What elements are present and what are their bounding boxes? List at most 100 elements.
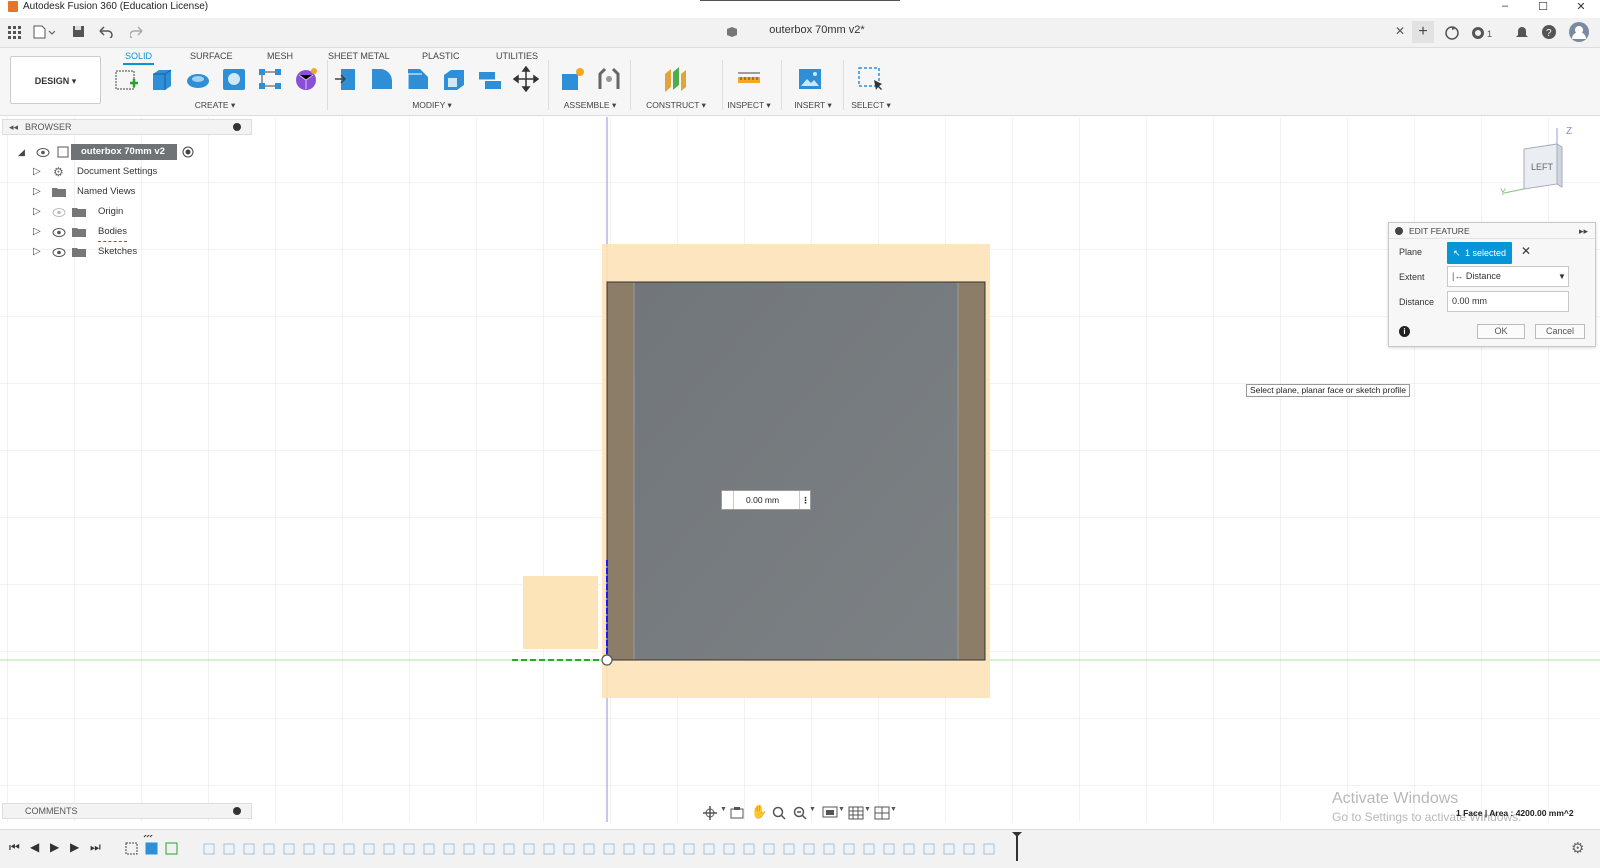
dialog-pin-icon[interactable] [1395, 227, 1403, 235]
tab-utilities[interactable]: UTILITIES [492, 49, 542, 63]
chevron-down-icon[interactable]: ▼ [809, 806, 816, 813]
timeline-play-icon[interactable]: ▶ [50, 840, 59, 854]
zoom-icon[interactable] [772, 806, 786, 820]
timeline-first-icon[interactable]: ⏮ [9, 840, 20, 855]
file-menu-icon[interactable] [33, 25, 55, 39]
redo-icon[interactable] [130, 26, 154, 38]
comments-panel[interactable]: COMMENTS [2, 803, 252, 819]
combine-icon[interactable] [477, 66, 503, 92]
browser-root[interactable]: ◢ outerbox 70mm v2 [2, 143, 202, 161]
viewports-icon[interactable] [874, 806, 890, 820]
joint-icon[interactable] [596, 66, 622, 92]
tab-plastic[interactable]: PLASTIC [418, 49, 464, 63]
sync-icon[interactable] [1444, 25, 1460, 41]
job-status-icon[interactable]: 1 [1470, 25, 1496, 41]
orbit-icon[interactable] [702, 806, 720, 820]
modify-menu[interactable]: MODIFY ▾ [408, 100, 456, 111]
create-menu[interactable]: CREATE ▾ [192, 100, 238, 111]
clear-selection-icon[interactable]: ✕ [1521, 244, 1531, 258]
document-tab-title[interactable]: outerbox 70mm v2* [735, 24, 864, 36]
look-at-icon[interactable] [730, 806, 744, 820]
select-box-icon[interactable] [857, 66, 883, 92]
browser-root-label[interactable]: outerbox 70mm v2 [71, 144, 177, 160]
extent-dropdown[interactable]: |↔ Distance ▼ [1447, 266, 1569, 287]
select-menu[interactable]: SELECT ▾ [848, 100, 894, 111]
chevron-down-icon[interactable]: ▼ [720, 806, 727, 813]
distance-input[interactable]: 0.00 mm [1447, 291, 1569, 312]
new-component-icon[interactable] [560, 66, 586, 92]
cancel-button[interactable]: Cancel [1535, 324, 1585, 339]
insert-menu[interactable]: INSERT ▾ [790, 100, 836, 111]
grid-snap-icon[interactable] [848, 806, 864, 820]
view-cube-face[interactable]: LEFT [1531, 162, 1553, 172]
browser-pin-icon[interactable] [233, 123, 241, 131]
ok-button[interactable]: OK [1477, 324, 1525, 339]
inspect-menu[interactable]: INSPECT ▾ [723, 100, 775, 111]
eye-icon[interactable] [36, 148, 50, 157]
minimize-button[interactable]: – [1495, 0, 1515, 12]
assemble-menu[interactable]: ASSEMBLE ▾ [560, 100, 620, 111]
undo-icon[interactable] [98, 26, 122, 38]
fit-icon[interactable] [793, 806, 807, 820]
tab-mesh[interactable]: MESH [263, 49, 297, 63]
add-comment-icon[interactable] [233, 807, 241, 815]
distance-manipulator-box[interactable]: 0.00 mm ⋮ [721, 490, 811, 510]
browser-item-sketches[interactable]: ▷ Sketches [2, 243, 202, 261]
measure-icon[interactable] [736, 66, 762, 92]
workspace-switcher[interactable]: DESIGN ▾ [10, 56, 101, 104]
browser-item-origin[interactable]: ▷ Origin [2, 203, 202, 221]
tab-sheet-metal[interactable]: SHEET METAL [324, 49, 394, 63]
shell-icon[interactable] [441, 66, 467, 92]
timeline-last-icon[interactable]: ⏭ [90, 840, 101, 855]
save-icon[interactable] [72, 25, 86, 39]
revolve-icon[interactable] [185, 66, 211, 92]
chevron-down-icon[interactable]: ▼ [864, 806, 871, 813]
display-settings-icon[interactable] [822, 806, 838, 820]
new-tab-icon[interactable]: + [1412, 21, 1434, 43]
timeline-feature-icons[interactable] [124, 833, 1024, 861]
timeline-next-icon[interactable]: ▶ [70, 840, 79, 854]
dialog-header[interactable]: EDIT FEATURE ▸▸ [1389, 223, 1595, 239]
origin-point[interactable] [601, 654, 613, 666]
move-copy-icon[interactable] [513, 66, 539, 92]
offset-plane-icon[interactable] [662, 66, 688, 92]
collapse-triangle-icon[interactable]: ◢ [18, 143, 25, 161]
pan-hand-icon[interactable]: ✋ [751, 804, 767, 820]
expand-triangle-icon[interactable]: ▷ [33, 243, 41, 261]
browser-item-named-views[interactable]: ▷ Named Views [2, 183, 202, 201]
timeline-prev-icon[interactable]: ◀ [30, 840, 39, 854]
help-icon[interactable]: ? [1541, 24, 1557, 40]
expand-triangle-icon[interactable]: ▷ [33, 183, 41, 201]
hole-icon[interactable] [221, 66, 247, 92]
browser-header[interactable]: ◂◂ BROWSER [2, 119, 252, 135]
create-form-icon[interactable] [293, 66, 319, 92]
extrude-icon[interactable] [149, 66, 175, 92]
tab-solid[interactable]: SOLID [121, 49, 156, 65]
expand-triangle-icon[interactable]: ▷ [33, 223, 41, 241]
timeline-settings-gear-icon[interactable]: ⚙ [1571, 839, 1584, 857]
browser-item-bodies[interactable]: ▷ Bodies [2, 223, 202, 242]
info-icon[interactable]: i [1399, 326, 1410, 337]
eye-icon[interactable] [52, 228, 66, 237]
timeline-marker[interactable] [1016, 834, 1018, 861]
selected-face[interactable] [634, 282, 958, 660]
construct-menu[interactable]: CONSTRUCT ▾ [636, 100, 716, 111]
tab-surface[interactable]: SURFACE [186, 49, 237, 63]
notification-bell-icon[interactable] [1515, 26, 1529, 40]
close-window-button[interactable]: ✕ [1571, 0, 1591, 13]
chamfer-icon[interactable] [405, 66, 431, 92]
app-grid-icon[interactable] [8, 26, 22, 40]
user-avatar-icon[interactable] [1569, 22, 1589, 42]
maximize-button[interactable]: ☐ [1533, 0, 1553, 13]
close-tab-icon[interactable]: ✕ [1395, 24, 1405, 38]
more-options-icon[interactable]: ⋮ [799, 491, 811, 509]
distance-manipulator-value[interactable]: 0.00 mm [746, 491, 779, 509]
eye-hidden-icon[interactable] [52, 208, 66, 217]
create-sketch-icon[interactable] [113, 66, 139, 92]
fillet-icon[interactable] [369, 66, 395, 92]
collapse-browser-icon[interactable]: ◂◂ [9, 120, 18, 134]
browser-item-document-settings[interactable]: ▷ ⚙ Document Settings [2, 163, 202, 181]
expand-triangle-icon[interactable]: ▷ [33, 203, 41, 221]
chevron-down-icon[interactable]: ▼ [838, 806, 845, 813]
expand-triangle-icon[interactable]: ▷ [33, 163, 41, 181]
